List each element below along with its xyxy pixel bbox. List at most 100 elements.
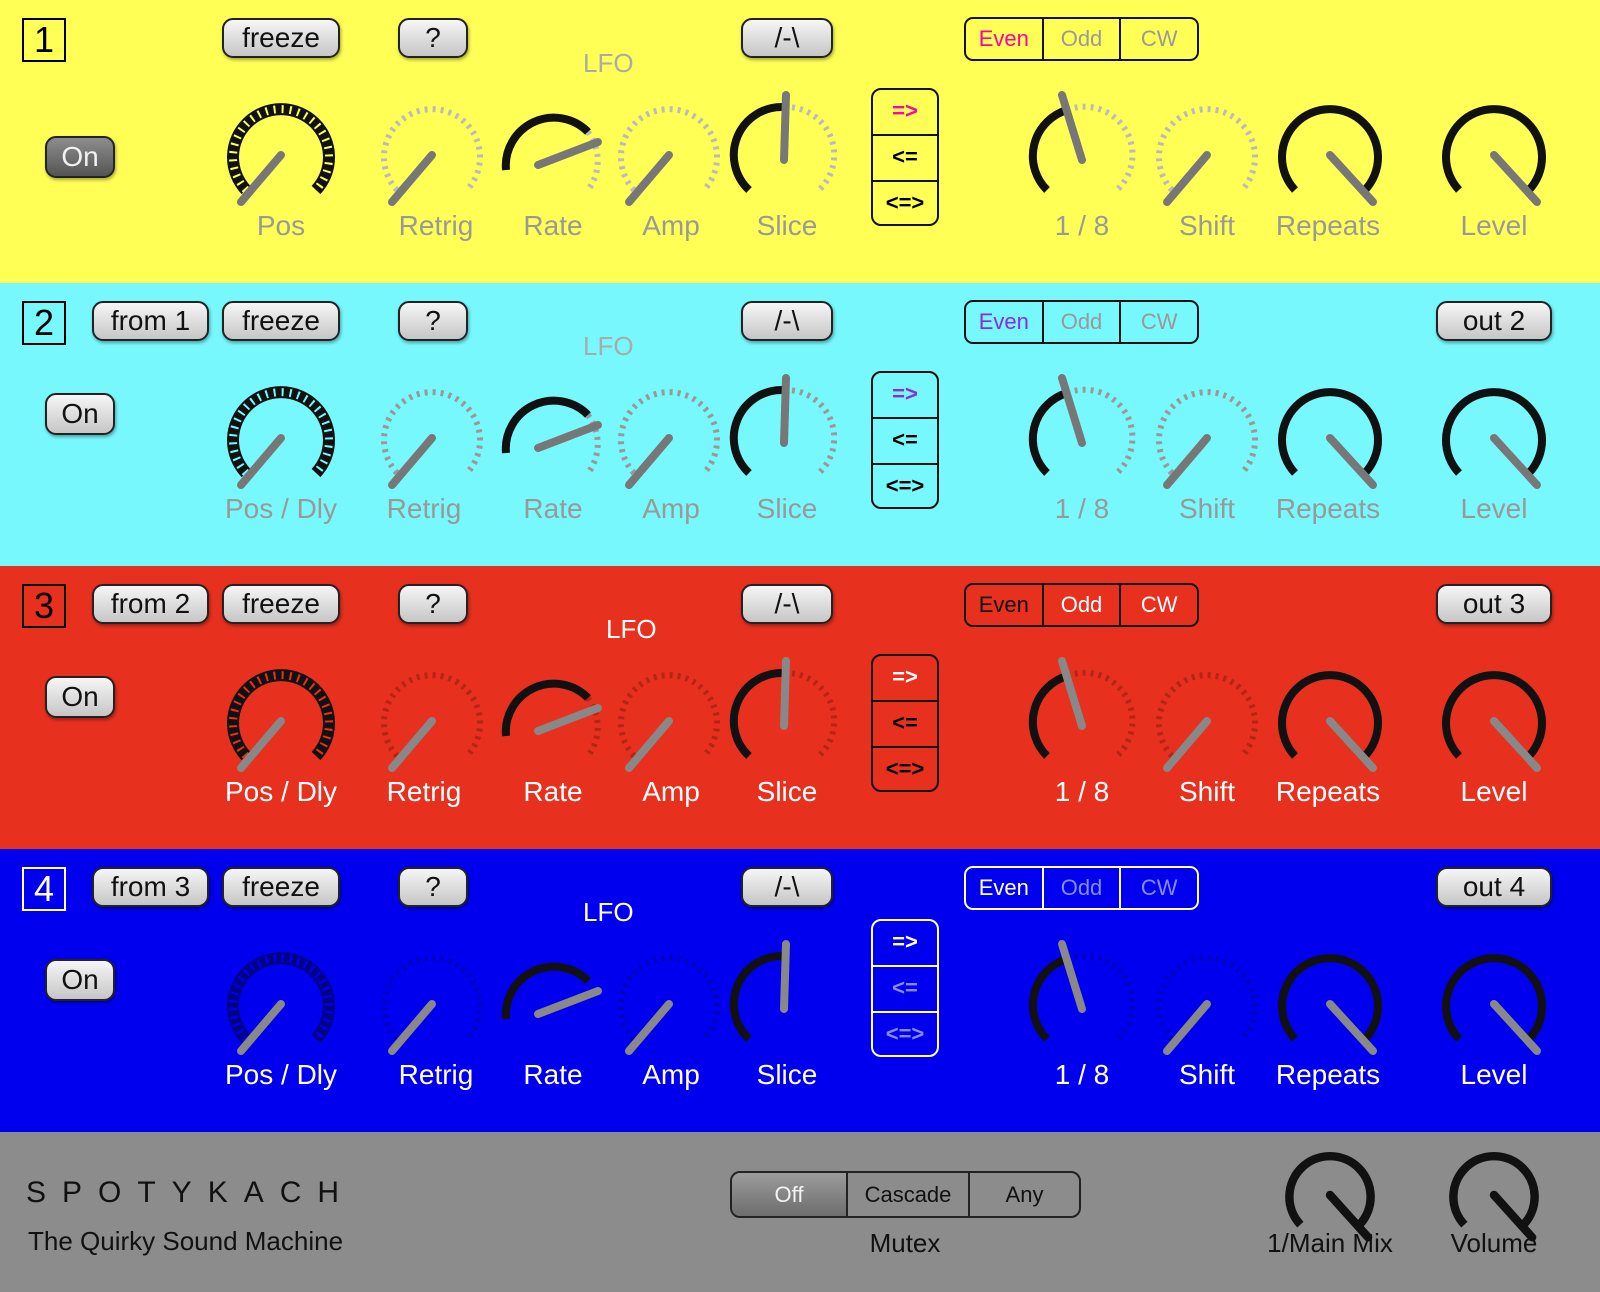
odd-option[interactable]: Odd [1041, 868, 1120, 908]
forward-option[interactable]: => [873, 373, 937, 417]
shift-label: Shift [1178, 210, 1236, 241]
mutex-cascade-option[interactable]: Cascade [846, 1173, 968, 1216]
level-knob[interactable] [1429, 939, 1559, 1069]
reverse-option[interactable]: <= [873, 417, 937, 463]
mutex-off-option[interactable]: Off [732, 1173, 846, 1216]
reverse-option[interactable]: <= [873, 134, 937, 180]
out-button[interactable]: out 3 [1436, 584, 1552, 624]
pingpong-option[interactable]: <=> [873, 463, 937, 509]
division-knob[interactable] [1017, 90, 1147, 220]
division-knob[interactable] [1017, 939, 1147, 1069]
level-knob[interactable] [1429, 373, 1559, 503]
retrig-knob[interactable] [367, 90, 497, 220]
level-label: Level [1460, 210, 1528, 241]
reverse-option[interactable]: <= [873, 965, 937, 1011]
rate-knob[interactable] [488, 90, 618, 220]
retrig-knob[interactable] [367, 939, 497, 1069]
forward-option[interactable]: => [873, 90, 937, 134]
freeze-button[interactable]: freeze [222, 18, 340, 58]
retrig-knob[interactable] [367, 373, 497, 503]
out-button[interactable]: out 2 [1436, 301, 1552, 341]
forward-option[interactable]: => [873, 656, 937, 700]
rate-knob[interactable] [488, 373, 618, 503]
repeats-knob[interactable] [1265, 373, 1395, 503]
pingpong-option[interactable]: <=> [873, 180, 937, 226]
on-toggle[interactable]: On [45, 676, 115, 718]
odd-option[interactable]: Odd [1041, 19, 1120, 59]
freeze-button[interactable]: freeze [222, 584, 340, 624]
parity-selector[interactable]: Even Odd CW [964, 17, 1199, 61]
amp-knob[interactable] [604, 939, 734, 1069]
level-label: Level [1460, 776, 1528, 807]
shift-knob[interactable] [1142, 939, 1272, 1069]
direction-selector[interactable]: => <= <=> [871, 88, 939, 226]
forward-option[interactable]: => [873, 921, 937, 965]
parity-selector[interactable]: Even Odd CW [964, 300, 1199, 344]
slice-knob[interactable] [719, 90, 849, 220]
lfo-shape-button[interactable]: /-\ [741, 301, 833, 341]
retrig-knob[interactable] [367, 656, 497, 786]
level-knob[interactable] [1429, 656, 1559, 786]
cw-option[interactable]: CW [1119, 302, 1197, 342]
cw-option[interactable]: CW [1119, 585, 1197, 625]
mutex-any-option[interactable]: Any [968, 1173, 1079, 1216]
division-knob[interactable] [1017, 656, 1147, 786]
even-option[interactable]: Even [966, 302, 1042, 342]
direction-selector[interactable]: => <= <=> [871, 654, 939, 792]
out-button[interactable]: out 4 [1436, 867, 1552, 907]
reverse-option[interactable]: <= [873, 700, 937, 746]
help-button[interactable]: ? [398, 301, 468, 341]
division-label: 1 / 8 [1054, 493, 1110, 524]
repeats-knob[interactable] [1265, 90, 1395, 220]
on-toggle[interactable]: On [45, 959, 115, 1001]
on-toggle[interactable]: On [45, 136, 115, 178]
cw-option[interactable]: CW [1119, 19, 1197, 59]
slice-knob[interactable] [719, 656, 849, 786]
division-knob[interactable] [1017, 373, 1147, 503]
shift-knob[interactable] [1142, 373, 1272, 503]
shift-knob[interactable] [1142, 90, 1272, 220]
repeats-knob[interactable] [1265, 939, 1395, 1069]
pos-dly-knob[interactable] [216, 939, 346, 1069]
pingpong-option[interactable]: <=> [873, 746, 937, 792]
pos-knob[interactable] [216, 90, 346, 220]
track-4-panel: 4 from 3 freeze ? /-\ LFO Even Odd CW ou… [0, 849, 1600, 1132]
pos-dly-knob[interactable] [216, 373, 346, 503]
from-button[interactable]: from 1 [92, 301, 209, 341]
lfo-shape-button[interactable]: /-\ [741, 584, 833, 624]
lfo-shape-button[interactable]: /-\ [741, 18, 833, 58]
freeze-button[interactable]: freeze [222, 301, 340, 341]
freeze-button[interactable]: freeze [222, 867, 340, 907]
on-toggle[interactable]: On [45, 393, 115, 435]
level-knob[interactable] [1429, 90, 1559, 220]
amp-knob[interactable] [604, 90, 734, 220]
repeats-knob[interactable] [1265, 656, 1395, 786]
slice-knob[interactable] [719, 939, 849, 1069]
amp-knob[interactable] [604, 656, 734, 786]
parity-selector[interactable]: Even Odd CW [964, 866, 1199, 910]
even-option[interactable]: Even [966, 19, 1042, 59]
amp-knob[interactable] [604, 373, 734, 503]
cw-option[interactable]: CW [1119, 868, 1197, 908]
pingpong-option[interactable]: <=> [873, 1011, 937, 1057]
shift-knob[interactable] [1142, 656, 1272, 786]
pos-dly-knob[interactable] [216, 656, 346, 786]
help-button[interactable]: ? [398, 584, 468, 624]
from-button[interactable]: from 3 [92, 867, 209, 907]
odd-option[interactable]: Odd [1041, 302, 1120, 342]
help-button[interactable]: ? [398, 18, 468, 58]
direction-selector[interactable]: => <= <=> [871, 919, 939, 1057]
lfo-label: LFO [583, 48, 634, 78]
mutex-selector[interactable]: Off Cascade Any [730, 1171, 1081, 1218]
rate-knob[interactable] [488, 939, 618, 1069]
direction-selector[interactable]: => <= <=> [871, 371, 939, 509]
odd-option[interactable]: Odd [1041, 585, 1120, 625]
even-option[interactable]: Even [966, 585, 1042, 625]
slice-knob[interactable] [719, 373, 849, 503]
lfo-shape-button[interactable]: /-\ [741, 867, 833, 907]
help-button[interactable]: ? [398, 867, 468, 907]
parity-selector[interactable]: Even Odd CW [964, 583, 1199, 627]
even-option[interactable]: Even [966, 868, 1042, 908]
rate-knob[interactable] [488, 656, 618, 786]
from-button[interactable]: from 2 [92, 584, 209, 624]
